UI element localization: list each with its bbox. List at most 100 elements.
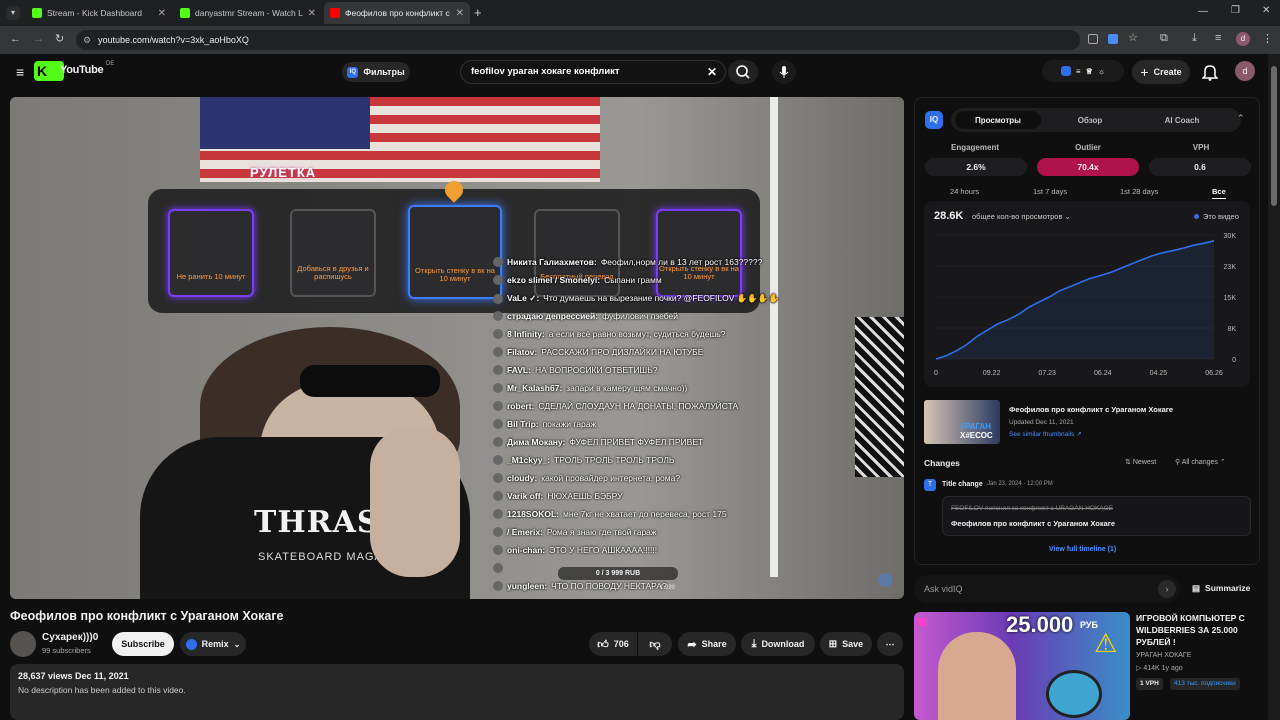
filter-all-changes[interactable]: ⚲ All changes ⌃ <box>1175 458 1226 466</box>
more-actions-button[interactable]: ⋯ <box>877 632 903 656</box>
recommended-title[interactable]: ИГРОВОЙ КОМПЬЮТЕР С WILDBERRIES ЗА 25.00… <box>1136 613 1260 649</box>
vidiq-toolbar[interactable]: ≡ ♕ ☼ <box>1042 60 1124 82</box>
chat-text: РАССКАЖИ ПРО ДИЗЛАЙКИ НА ЮТУБЕ <box>541 347 704 357</box>
search-button[interactable] <box>728 60 758 84</box>
dislike-button[interactable]: 👎︎ <box>638 632 672 656</box>
range-24h[interactable]: 24 hours <box>950 187 979 196</box>
range-all[interactable]: Все <box>1212 187 1226 199</box>
chat-text: ФУФЕЛ ПРИВЕТ ФУФЕЛ ПРИВЕТ <box>569 437 704 447</box>
close-window-icon[interactable]: ✕ <box>1262 5 1270 16</box>
search-input[interactable]: feofilov ураган хокаге конфликт ✕ <box>460 60 726 84</box>
chat-text: а если всё равно возьмут, судиться будеш… <box>548 329 726 339</box>
media-controls-icon[interactable]: ≡ <box>1215 32 1221 44</box>
video-player[interactable]: РУЛЕТКА THRASHER SKATEBOARD MAGAZINE Не … <box>10 97 904 599</box>
vidiq-filters-button[interactable]: IQ Фильтры <box>342 62 410 82</box>
back-arrow-icon[interactable]: ← <box>10 33 21 45</box>
extension-icon[interactable] <box>1108 34 1118 44</box>
site-info-icon[interactable]: ⚙ <box>83 30 91 50</box>
chat-text: ЧТО ПО ПОВОДУ НЕКТАРА? <box>551 581 667 591</box>
tab-youtube-video[interactable]: Феофилов про конфликт с ✕ <box>324 2 470 24</box>
create-button[interactable]: + Create <box>1132 60 1190 84</box>
similar-thumbnails-link[interactable]: See similar thumbnails ↗ <box>1009 430 1082 438</box>
download-button[interactable]: ⤓ Download <box>741 632 815 656</box>
search-icon <box>736 65 750 79</box>
close-tab-icon[interactable]: ✕ <box>456 8 464 19</box>
chat-text: фуфилович пзебей <box>602 311 679 321</box>
reload-icon[interactable]: ↻ <box>55 32 64 45</box>
related-thumbnail[interactable]: УРАГАН Х#ЕСОС <box>924 400 1000 444</box>
more-horizontal-icon: ⋯ <box>885 638 895 649</box>
youtube-header: ≡ K YouTube DE IQ Фильтры feofilov урага… <box>0 54 1268 90</box>
summarize-button[interactable]: ▤ Summarize <box>1192 583 1250 594</box>
voice-search-button[interactable] <box>772 60 796 84</box>
description-box[interactable]: 28,637 views Dec 11, 2021 No description… <box>10 664 904 720</box>
bookmark-star-icon[interactable]: ☆ <box>1128 31 1138 44</box>
account-avatar[interactable]: d <box>1235 61 1255 81</box>
range-7d[interactable]: 1st 7 days <box>1033 187 1067 196</box>
x-tick-label: 07.23 <box>1038 370 1056 377</box>
bulb-icon: ☼ <box>1097 66 1106 76</box>
hamburger-menu-icon[interactable]: ≡ <box>16 65 24 79</box>
tab-ai-coach[interactable]: AI Coach <box>1139 111 1225 129</box>
chat-message: Mr_Kalash67: запари в камеру щям смачно)) <box>493 383 687 393</box>
maximize-icon[interactable]: ❐ <box>1231 5 1240 16</box>
range-28d[interactable]: 1st 28 days <box>1120 187 1158 196</box>
forward-arrow-icon[interactable]: → <box>33 33 44 45</box>
streamer-avatar-icon <box>878 573 892 587</box>
view-full-timeline-link[interactable]: View full timeline (1) <box>1049 546 1116 553</box>
tab-views[interactable]: Просмотры <box>955 111 1041 129</box>
related-title: Феофилов про конфликт с Ураганом Хокаге <box>1009 405 1174 414</box>
chat-text: СДЕЛАЙ СЛОУДАУН НА ДОНАТЫ, ПОЖАЛУЙСТА <box>538 401 739 411</box>
send-arrow-icon[interactable]: › <box>1158 580 1176 598</box>
sort-newest[interactable]: ⇅ Newest <box>1125 458 1156 466</box>
views-metric-dropdown[interactable]: общее кол-во просмотров ⌄ <box>972 212 1071 221</box>
chevron-down-icon: ⌄ <box>233 639 241 649</box>
scrollbar-thumb[interactable] <box>1271 66 1277 206</box>
tab-search-button[interactable]: ▾ <box>6 6 20 20</box>
minimize-icon[interactable]: — <box>1198 6 1208 17</box>
page-scrollbar[interactable] <box>1268 54 1280 720</box>
collapse-icon[interactable]: ⌃ <box>1237 113 1245 124</box>
like-button[interactable]: 👍︎ 706 <box>589 632 637 656</box>
tab-kick-dashboard[interactable]: Stream - Kick Dashboard ✕ <box>26 2 172 24</box>
clear-search-icon[interactable]: ✕ <box>707 61 717 83</box>
notifications-bell-icon[interactable] <box>1202 63 1218 81</box>
close-tab-icon[interactable]: ✕ <box>308 8 316 19</box>
chat-text: запари в камеру щям смачно)) <box>566 383 688 393</box>
us-flag-canton <box>200 97 370 149</box>
browser-menu-icon[interactable]: ⋮ <box>1262 32 1273 45</box>
download-icon[interactable]: ⤓ <box>1192 32 1197 45</box>
chat-text: Что думаешь на вырезание почки? @FEOFILO… <box>543 293 780 303</box>
chat-message: FAVL: НА ВОПРОСИКИ ОТВЕТИШЬ? <box>493 365 658 375</box>
series-area <box>936 240 1214 359</box>
youtube-logo[interactable]: K YouTube DE <box>34 59 114 85</box>
chat-avatar-icon <box>493 545 503 555</box>
share-button[interactable]: ➦ Share <box>678 632 736 656</box>
remix-button[interactable]: Remix ⌄ <box>180 632 246 656</box>
close-tab-icon[interactable]: ✕ <box>158 8 166 19</box>
translate-icon[interactable] <box>1088 34 1098 44</box>
chat-username: FAVL: <box>507 365 531 375</box>
chat-username: 1218SOKOL: <box>507 509 559 519</box>
save-button[interactable]: ⊞ Save <box>820 632 872 656</box>
warning-icon: ⚠ <box>1094 628 1118 658</box>
new-tab-button[interactable]: + <box>474 5 482 20</box>
tab-kick-stream[interactable]: danyastmr Stream - Watch Live ✕ <box>174 2 322 24</box>
tab-overview[interactable]: Обзор <box>1047 111 1133 129</box>
chat-username: Никита Галиахметов: <box>507 257 597 267</box>
chat-message: Никита Галиахметов: Феофил,норм ли в 13 л… <box>493 257 762 267</box>
chat-avatar-icon <box>493 311 503 321</box>
url-field[interactable]: ⚙ youtube.com/watch?v=3xk_aoHboXQ <box>76 30 1080 50</box>
thumbs-up-icon: 👍︎ <box>597 638 609 651</box>
thumb-face <box>938 632 1016 720</box>
channel-avatar[interactable] <box>10 631 36 657</box>
legend-dot-icon <box>1194 214 1199 219</box>
chat-text: Рома я знаю где твой гараж <box>546 527 657 537</box>
browser-profile-avatar[interactable]: d <box>1236 32 1250 46</box>
ask-vidiq-input[interactable]: Ask vidIQ › <box>914 575 1180 603</box>
recommended-thumbnail[interactable]: 25.000 РУБ ⚠ <box>914 612 1130 720</box>
extensions-puzzle-icon[interactable]: ⧉ <box>1160 32 1168 45</box>
channel-name[interactable]: Сухарек)))0 <box>42 632 98 643</box>
subscribe-button[interactable]: Subscribe <box>112 632 174 656</box>
recommended-channel[interactable]: УРАГАН ХОКАГЕ <box>1136 652 1191 659</box>
